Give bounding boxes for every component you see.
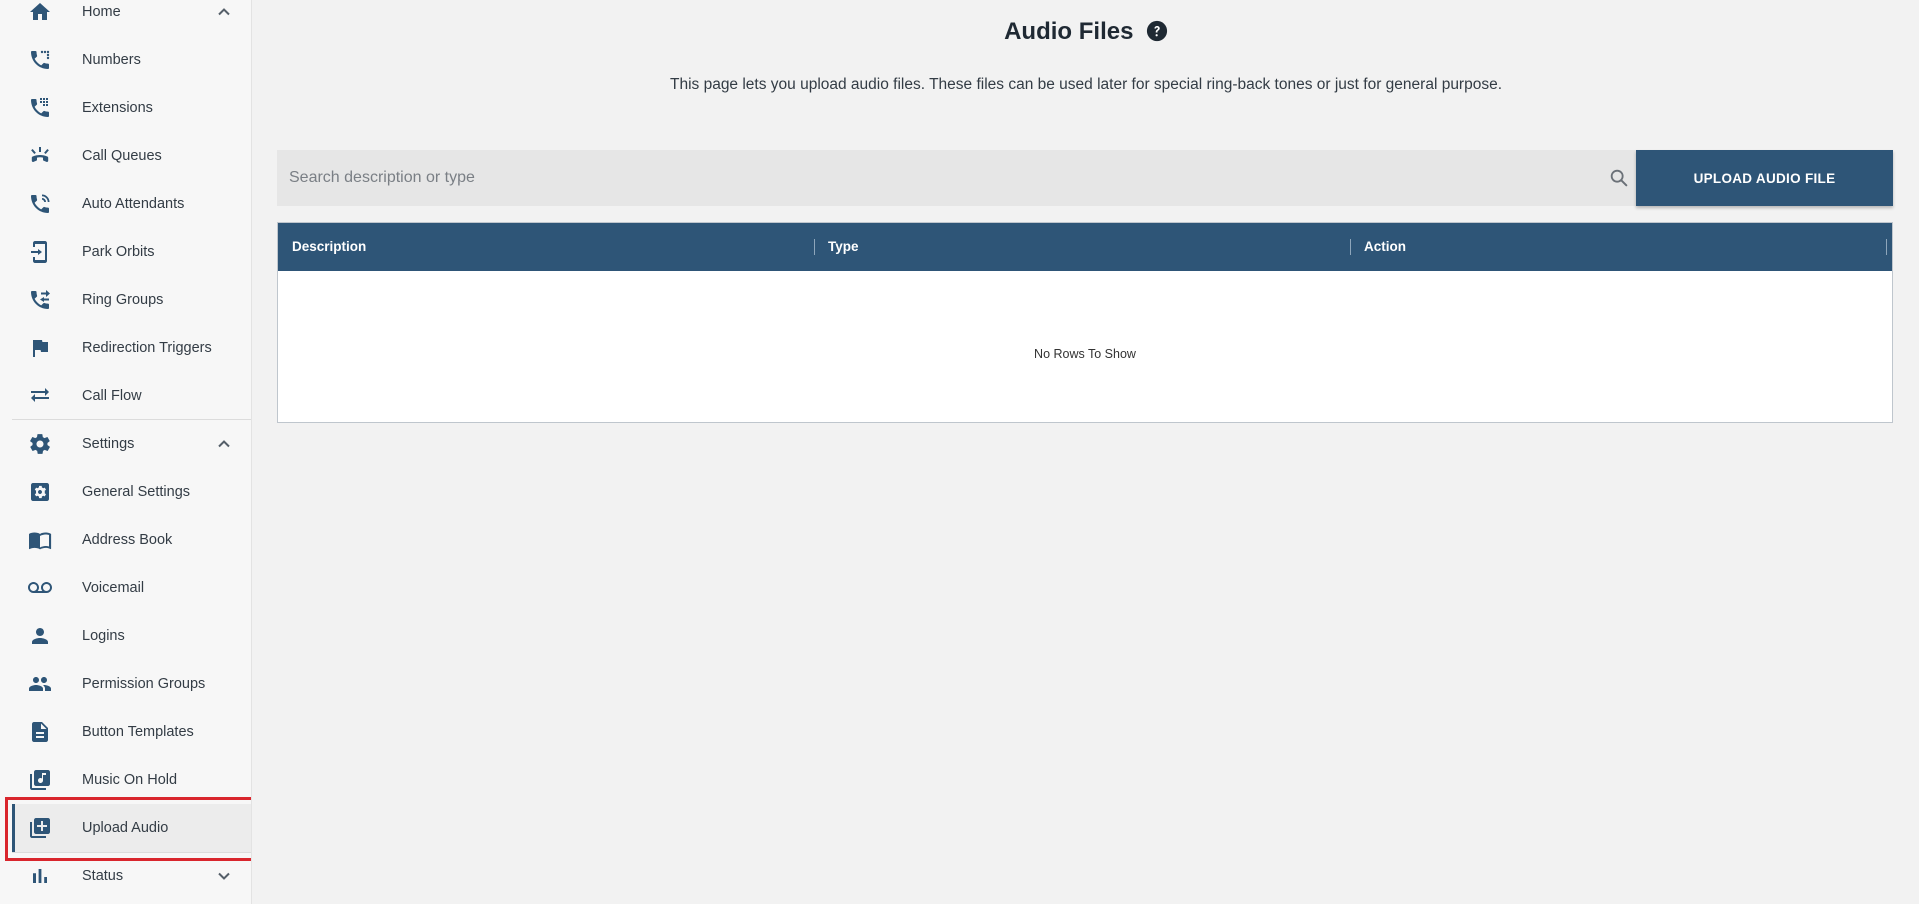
- sidebar-item-voicemail[interactable]: Voicemail: [12, 564, 251, 612]
- sidebar-item-permission-groups[interactable]: Permission Groups: [12, 660, 251, 708]
- search-field[interactable]: [277, 150, 1872, 206]
- sidebar-item-ring-groups[interactable]: Ring Groups: [12, 276, 251, 324]
- audio-files-table: Description Type Action No Rows To Show: [277, 222, 1893, 423]
- sidebar-item-numbers[interactable]: Numbers: [12, 36, 251, 84]
- sidebar-item-label: Numbers: [82, 52, 141, 68]
- person-icon: [28, 624, 52, 648]
- column-resize-handle[interactable]: [1886, 239, 1887, 255]
- sidebar-item-music-on-hold[interactable]: Music On Hold: [12, 756, 251, 804]
- sidebar-item-label: Permission Groups: [82, 676, 206, 692]
- sidebar-item-extensions[interactable]: Extensions: [12, 84, 251, 132]
- sidebar-item-call-flow[interactable]: Call Flow: [12, 372, 251, 420]
- active-indicator: [12, 804, 15, 852]
- table-header: Description Type Action: [278, 223, 1892, 271]
- voicemail-icon: [28, 576, 52, 600]
- call-queue-icon: [28, 144, 52, 168]
- page-header: Audio Files: [253, 18, 1919, 54]
- gear-icon: [28, 432, 52, 456]
- sidebar-item-button-templates[interactable]: Button Templates: [12, 708, 251, 756]
- sidebar-item-upload-audio[interactable]: Upload Audio: [12, 804, 251, 852]
- phone-dialpad-icon: [28, 96, 52, 120]
- sidebar-item-label: General Settings: [82, 484, 191, 500]
- people-icon: [28, 672, 52, 696]
- chevron-up-icon[interactable]: [214, 434, 234, 454]
- sidebar-item-label: Status: [82, 868, 124, 884]
- sidebar-item-label: Music On Hold: [82, 772, 178, 788]
- sidebar-item-home[interactable]: Home: [12, 0, 251, 36]
- sidebar-item-label: Home: [82, 4, 121, 20]
- sidebar-item-call-queues[interactable]: Call Queues: [12, 132, 251, 180]
- sidebar-item-address-book[interactable]: Address Book: [12, 516, 251, 564]
- book-icon: [28, 528, 52, 552]
- sidebar-item-label: Upload Audio: [82, 820, 169, 836]
- sidebar-item-logins[interactable]: Logins: [12, 612, 251, 660]
- document-icon: [28, 720, 52, 744]
- column-header-type[interactable]: Type: [814, 223, 1350, 271]
- phone-numbers-icon: [28, 48, 52, 72]
- sidebar-item-label: Logins: [82, 628, 125, 644]
- sidebar-item-label: Call Queues: [82, 148, 162, 164]
- auto-attendant-icon: [28, 192, 52, 216]
- sidebar-item-redirection-triggers[interactable]: Redirection Triggers: [12, 324, 251, 372]
- swap-arrows-icon: [28, 384, 52, 408]
- library-add-icon: [28, 816, 52, 840]
- sidebar-item-park-orbits[interactable]: Park Orbits: [12, 228, 251, 276]
- park-orbit-icon: [28, 240, 52, 264]
- sidebar-item-status[interactable]: Status: [12, 852, 251, 900]
- search-icon[interactable]: [1608, 167, 1630, 189]
- bar-chart-icon: [28, 864, 52, 888]
- chevron-down-icon[interactable]: [214, 866, 234, 886]
- music-library-icon: [28, 768, 52, 792]
- page-title: Audio Files: [1004, 18, 1134, 45]
- sidebar-item-label: Park Orbits: [82, 244, 155, 260]
- empty-table-message: No Rows To Show: [1034, 347, 1136, 361]
- ring-group-icon: [28, 288, 52, 312]
- flag-icon: [28, 336, 52, 360]
- settings-box-icon: [28, 480, 52, 504]
- page-description: This page lets you upload audio files. T…: [669, 76, 1503, 93]
- sidebar-item-settings[interactable]: Settings: [12, 420, 251, 468]
- search-input[interactable]: [277, 150, 1817, 206]
- upload-audio-file-button[interactable]: UPLOAD AUDIO FILE: [1636, 150, 1893, 206]
- help-icon[interactable]: [1146, 20, 1168, 42]
- sidebar: Home Numbers Extensions Call Queues Auto…: [0, 0, 252, 904]
- sidebar-item-label: Button Templates: [82, 724, 194, 740]
- sidebar-item-label: Call Flow: [82, 388, 142, 404]
- home-icon: [28, 0, 52, 24]
- sidebar-item-label: Settings: [82, 436, 135, 452]
- sidebar-item-label: Address Book: [82, 532, 173, 548]
- sidebar-item-general-settings[interactable]: General Settings: [12, 468, 251, 516]
- column-header-action[interactable]: Action: [1350, 223, 1886, 271]
- column-header-description[interactable]: Description: [278, 223, 814, 271]
- sidebar-item-label: Ring Groups: [82, 292, 164, 308]
- sidebar-item-label: Voicemail: [82, 580, 145, 596]
- sidebar-item-auto-attendants[interactable]: Auto Attendants: [12, 180, 251, 228]
- main-content: Audio Files This page lets you upload au…: [253, 0, 1919, 904]
- sidebar-item-label: Redirection Triggers: [82, 340, 212, 356]
- sidebar-item-label: Auto Attendants: [82, 196, 185, 212]
- chevron-up-icon[interactable]: [214, 2, 234, 22]
- sidebar-item-label: Extensions: [82, 100, 153, 116]
